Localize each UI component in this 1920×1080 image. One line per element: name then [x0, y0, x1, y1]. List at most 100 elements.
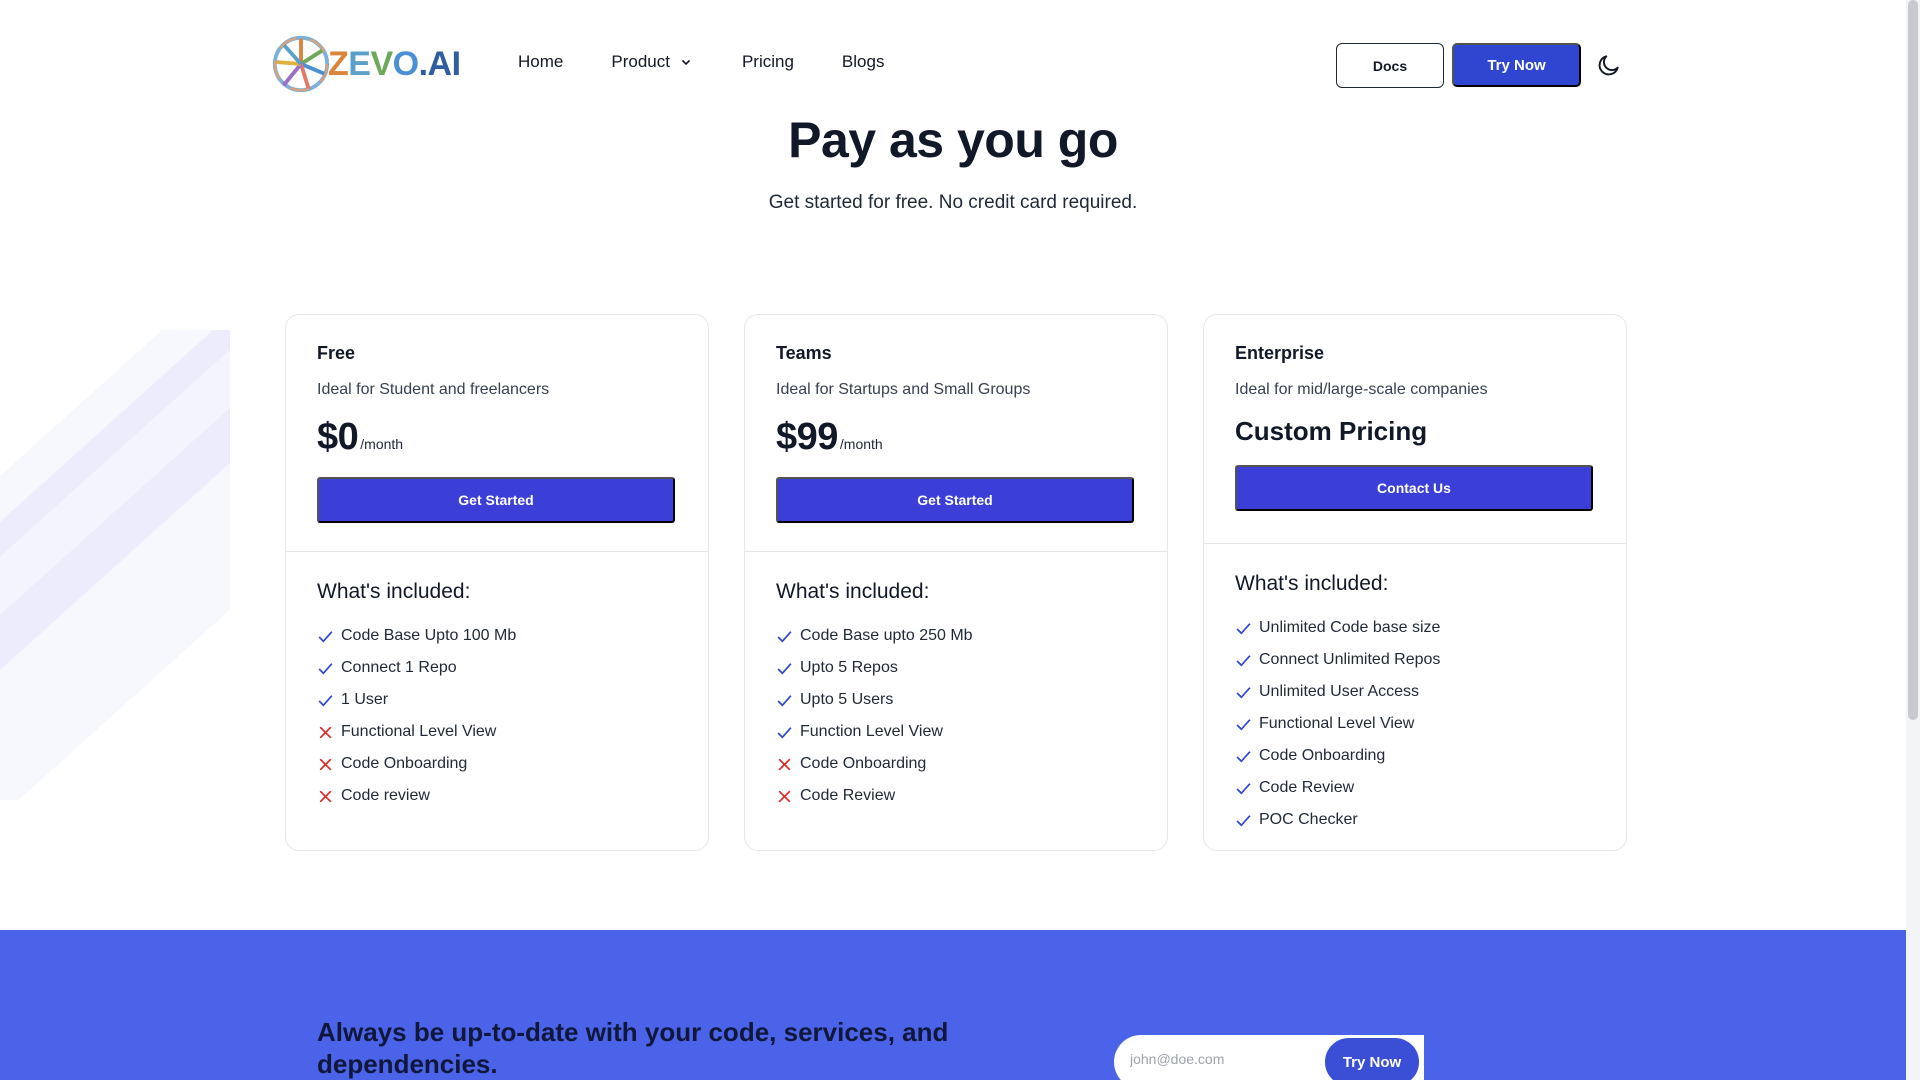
feature-label: Unlimited Code base size: [1259, 619, 1441, 636]
newsletter-try-now-button[interactable]: Try Now: [1322, 1035, 1422, 1080]
card-divider: [745, 551, 1167, 552]
page-subtitle: Get started for free. No credit card req…: [768, 192, 1138, 213]
cross-icon: [319, 758, 332, 770]
check-icon: [777, 630, 792, 643]
scrollbar-thumb[interactable]: [1908, 0, 1918, 720]
feature-included: POC Checker: [1235, 804, 1440, 836]
logo-wheel-icon: [272, 35, 330, 93]
feature-list: Unlimited Code base size Connect Unlimite…: [1235, 612, 1440, 836]
feature-excluded: Code review: [317, 780, 516, 812]
feature-label: Upto 5 Users: [800, 691, 894, 708]
feature-label: Upto 5 Repos: [800, 659, 898, 676]
feature-list: Code Base upto 250 Mb Upto 5 Repos Upto 5 …: [776, 620, 973, 812]
feature-excluded: Code Onboarding: [317, 748, 516, 780]
feature-included: Function Level View: [776, 716, 973, 748]
nav-product-label: Product: [611, 52, 670, 71]
check-icon: [1236, 654, 1251, 667]
feature-excluded: Functional Level View: [317, 716, 516, 748]
feature-included: Connect 1 Repo: [317, 652, 516, 684]
feature-list: Code Base Upto 100 Mb Connect 1 Repo 1 Use…: [317, 620, 516, 812]
check-icon: [318, 630, 333, 643]
decorative-background-stripes: [0, 330, 230, 800]
feature-excluded: Code Onboarding: [776, 748, 973, 780]
feature-label: POC Checker: [1259, 811, 1358, 828]
feature-included: Code Review: [1235, 772, 1440, 804]
newsletter-heading: Always be up-to-date with your code, ser…: [317, 1017, 949, 1079]
check-icon: [1236, 718, 1251, 731]
contact-us-button[interactable]: Contact Us: [1235, 465, 1593, 511]
check-icon: [777, 694, 792, 707]
nav-home-link[interactable]: Home: [518, 52, 563, 72]
get-started-button[interactable]: Get Started: [317, 477, 675, 523]
price-amount: $0: [317, 416, 359, 458]
feature-included: Connect Unlimited Repos: [1235, 644, 1440, 676]
feature-included: Code Onboarding: [1235, 740, 1440, 772]
feature-label: Code Base upto 250 Mb: [800, 627, 973, 644]
feature-included: Functional Level View: [1235, 708, 1440, 740]
nav-product-dropdown[interactable]: Product: [611, 52, 692, 72]
get-started-button[interactable]: Get Started: [776, 477, 1134, 523]
feature-included: Code Base upto 250 Mb: [776, 620, 973, 652]
feature-included: Code Base Upto 100 Mb: [317, 620, 516, 652]
nav-pricing-link[interactable]: Pricing: [742, 52, 794, 72]
feature-included: Unlimited User Access: [1235, 676, 1440, 708]
hero-section: Pay as you go Get started for free. No c…: [0, 110, 1906, 214]
logo-wordmark: ZEVO.AI: [328, 44, 461, 83]
cross-icon: [778, 790, 791, 802]
included-title: What's included:: [776, 580, 930, 603]
cross-icon: [778, 758, 791, 770]
card-divider: [286, 551, 708, 552]
plan-description: Ideal for mid/large-scale companies: [1235, 381, 1488, 398]
newsletter-section: Always be up-to-date with your code, ser…: [0, 930, 1906, 1080]
feature-label: Functional Level View: [1259, 715, 1415, 732]
moon-icon[interactable]: [1596, 52, 1622, 78]
included-section: What's included: Code Base Upto 100 Mb Co…: [317, 580, 516, 812]
try-now-button[interactable]: Try Now: [1452, 43, 1581, 87]
feature-label: 1 User: [341, 691, 389, 708]
cross-icon: [319, 790, 332, 802]
page-scrollbar[interactable]: [1906, 0, 1920, 1080]
included-title: What's included:: [317, 580, 471, 603]
plan-description: Ideal for Startups and Small Groups: [776, 381, 1031, 398]
plan-card-enterprise: Enterprise Ideal for mid/large-scale com…: [1203, 314, 1627, 851]
plan-card-free: Free Ideal for Student and freelancers $…: [285, 314, 709, 851]
plan-card-teams: Teams Ideal for Startups and Small Group…: [744, 314, 1168, 851]
brand-logo[interactable]: ZEVO.AI: [270, 32, 461, 96]
feature-label: Code Review: [1259, 779, 1355, 796]
feature-label: Code Onboarding: [341, 755, 468, 772]
plan-name: Teams: [776, 343, 832, 363]
feature-label: Functional Level View: [341, 723, 497, 740]
check-icon: [318, 662, 333, 675]
feature-label: Code Onboarding: [800, 755, 927, 772]
plan-name: Free: [317, 343, 356, 363]
check-icon: [1236, 622, 1251, 635]
feature-included: Upto 5 Users: [776, 684, 973, 716]
price-amount: $99: [776, 416, 838, 458]
price-period: /month: [839, 436, 883, 452]
included-section: What's included: Unlimited Code base siz…: [1235, 572, 1440, 836]
price-period: /month: [360, 436, 404, 452]
chevron-down-icon: [681, 59, 691, 66]
docs-button[interactable]: Docs: [1336, 43, 1444, 88]
feature-included: Upto 5 Repos: [776, 652, 973, 684]
custom-pricing: Custom Pricing: [1235, 416, 1428, 446]
plan-name: Enterprise: [1235, 343, 1325, 363]
plan-description: Ideal for Student and freelancers: [317, 381, 550, 398]
feature-label: Unlimited User Access: [1259, 683, 1420, 700]
feature-label: Connect Unlimited Repos: [1259, 651, 1441, 668]
nav-blogs-link[interactable]: Blogs: [842, 52, 885, 72]
cross-icon: [319, 726, 332, 738]
feature-label: Code Base Upto 100 Mb: [341, 627, 517, 644]
check-icon: [1236, 750, 1251, 763]
feature-included: Unlimited Code base size: [1235, 612, 1440, 644]
card-divider: [1204, 543, 1626, 544]
feature-label: Function Level View: [800, 723, 943, 740]
check-icon: [777, 726, 792, 739]
feature-excluded: Code Review: [776, 780, 973, 812]
check-icon: [777, 662, 792, 675]
check-icon: [1236, 686, 1251, 699]
email-input[interactable]: [1130, 1051, 1320, 1067]
feature-included: 1 User: [317, 684, 516, 716]
feature-label: Code review: [341, 787, 430, 804]
check-icon: [318, 694, 333, 707]
